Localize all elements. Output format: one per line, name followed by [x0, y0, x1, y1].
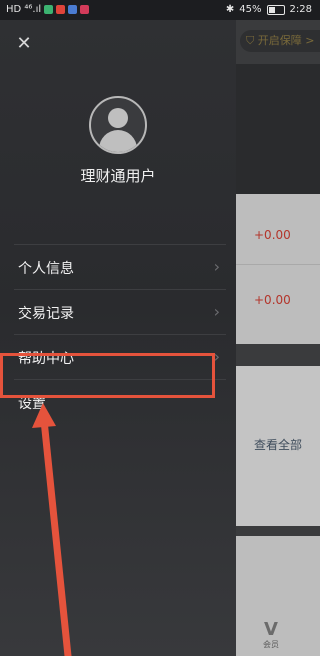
- pointer-arrow: [32, 403, 72, 656]
